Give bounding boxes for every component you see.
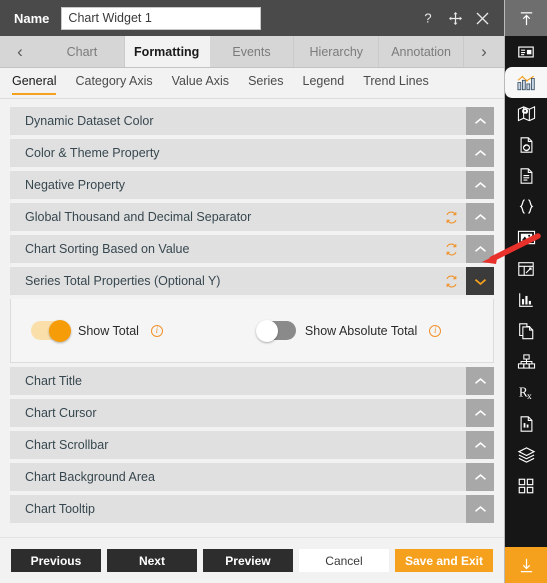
accordion-chevron-up-icon[interactable]: [466, 203, 494, 231]
right-toolbar: R x: [505, 0, 547, 583]
accordion-chevron-up-icon[interactable]: [466, 171, 494, 199]
accordion-row: Chart Background Area: [10, 463, 494, 491]
show-total-toggle[interactable]: [31, 319, 71, 342]
chart-icon[interactable]: [505, 67, 547, 98]
subtab-general[interactable]: General: [12, 71, 57, 95]
accordion-label-dynamic-dataset-color[interactable]: Dynamic Dataset Color: [10, 107, 466, 135]
accordion-chevron-up-icon[interactable]: [466, 139, 494, 167]
accordion-row: Chart Title: [10, 367, 494, 395]
accordion-chevron-up-icon[interactable]: [466, 495, 494, 523]
dialog-footer: Previous Next Preview Cancel Save and Ex…: [0, 537, 504, 583]
subtab-trend-lines[interactable]: Trend Lines: [363, 71, 429, 95]
tab-annotation[interactable]: Annotation: [379, 36, 464, 67]
accordion-label-negative-property[interactable]: Negative Property: [10, 171, 466, 199]
subtab-category-axis[interactable]: Category Axis: [75, 71, 152, 95]
chart-widget-dialog: Name ?: [0, 0, 505, 583]
tabs-scroll-right-icon[interactable]: ›: [464, 36, 504, 67]
reset-icon[interactable]: [436, 267, 466, 295]
accordion-chevron-up-icon[interactable]: [466, 107, 494, 135]
show-total-label: Show Total: [78, 323, 139, 338]
info-icon[interactable]: i: [150, 324, 163, 337]
accordion-chevron-down-icon[interactable]: [466, 267, 494, 295]
info-icon[interactable]: i: [429, 324, 442, 337]
bar-chart-icon[interactable]: [505, 284, 547, 315]
accordion-label-color-theme-property[interactable]: Color & Theme Property: [10, 139, 466, 167]
accordion-row: Chart Cursor: [10, 399, 494, 427]
reset-icon[interactable]: [436, 203, 466, 231]
copy-document-icon[interactable]: [505, 315, 547, 346]
accordion-label-chart-sorting-based-on-value[interactable]: Chart Sorting Based on Value: [10, 235, 436, 263]
form-widget-icon[interactable]: [505, 253, 547, 284]
preview-button[interactable]: Preview: [202, 549, 293, 572]
accordion-row: Chart Tooltip: [10, 495, 494, 523]
toggle-knob: [255, 319, 278, 342]
document-icon[interactable]: [505, 160, 547, 191]
accordion-label-chart-cursor[interactable]: Chart Cursor: [10, 399, 466, 427]
toggle-knob: [49, 319, 71, 342]
question-mark-icon[interactable]: ?: [420, 10, 436, 26]
show-total-group: Show Total i: [31, 319, 163, 342]
map-icon[interactable]: [505, 98, 547, 129]
svg-text:?: ?: [424, 11, 431, 25]
title-bar-actions: ?: [420, 10, 496, 26]
collapse-up-icon[interactable]: [505, 0, 547, 36]
accordion-row: Global Thousand and Decimal Separator: [10, 203, 494, 231]
move-icon[interactable]: [447, 10, 463, 26]
tabs-scroll-left-icon[interactable]: ‹: [0, 36, 40, 67]
subtab-series[interactable]: Series: [248, 71, 283, 95]
accordion-row: Series Total Properties (Optional Y): [10, 267, 494, 295]
accordion-label-chart-tooltip[interactable]: Chart Tooltip: [10, 495, 466, 523]
accordion-row: Negative Property: [10, 171, 494, 199]
show-absolute-total-group: Show Absolute Total i: [255, 319, 442, 342]
accordion-row: Chart Sorting Based on Value: [10, 235, 494, 263]
series-total-properties-panel: Show Total i Show Absolute Total i: [10, 299, 494, 363]
code-braces-icon[interactable]: [505, 191, 547, 222]
accordion-row: Chart Scrollbar: [10, 431, 494, 459]
next-button[interactable]: Next: [106, 549, 197, 572]
close-icon[interactable]: [474, 10, 490, 26]
general-settings-accordion: Dynamic Dataset Color Color & Theme Prop…: [0, 99, 504, 537]
tab-hierarchy[interactable]: Hierarchy: [294, 36, 380, 67]
grid-apps-icon[interactable]: [505, 470, 547, 501]
tab-chart[interactable]: Chart: [40, 36, 125, 67]
name-label: Name: [14, 10, 50, 26]
show-absolute-total-toggle[interactable]: [255, 319, 296, 342]
accordion-chevron-up-icon[interactable]: [466, 431, 494, 459]
save-and-exit-button[interactable]: Save and Exit: [394, 549, 494, 572]
accordion-chevron-up-icon[interactable]: [466, 399, 494, 427]
accordion-row: Color & Theme Property: [10, 139, 494, 167]
layout-panel-icon[interactable]: [505, 36, 547, 67]
report-document-icon[interactable]: [505, 408, 547, 439]
dialog-title-bar: Name ?: [0, 0, 504, 36]
download-icon[interactable]: [505, 547, 547, 583]
accordion-row: Dynamic Dataset Color: [10, 107, 494, 135]
accordion-label-chart-scrollbar[interactable]: Chart Scrollbar: [10, 431, 466, 459]
accordion-label-series-total-properties[interactable]: Series Total Properties (Optional Y): [10, 267, 436, 295]
accordion-label-global-thousand-and-decimal-separator[interactable]: Global Thousand and Decimal Separator: [10, 203, 436, 231]
primary-tabs: Chart Formatting Events Hierarchy Annota…: [40, 36, 464, 67]
svg-text:x: x: [526, 392, 531, 402]
subtab-value-axis[interactable]: Value Axis: [172, 71, 229, 95]
reset-icon[interactable]: [436, 235, 466, 263]
cancel-button[interactable]: Cancel: [298, 549, 389, 572]
tab-formatting[interactable]: Formatting: [124, 36, 210, 67]
document-refresh-icon[interactable]: [505, 129, 547, 160]
formatting-subtabs: General Category Axis Value Axis Series …: [0, 68, 504, 99]
accordion-chevron-up-icon[interactable]: [466, 367, 494, 395]
previous-button[interactable]: Previous: [10, 549, 101, 572]
widget-name-input[interactable]: [61, 6, 262, 30]
prescription-rx-icon[interactable]: R x: [505, 377, 547, 408]
accordion-chevron-up-icon[interactable]: [466, 235, 494, 263]
image-icon[interactable]: [505, 222, 547, 253]
layers-icon[interactable]: [505, 439, 547, 470]
hierarchy-icon[interactable]: [505, 346, 547, 377]
primary-tabstrip: ‹ Chart Formatting Events Hierarchy Anno…: [0, 36, 504, 68]
accordion-chevron-up-icon[interactable]: [466, 463, 494, 491]
tab-events[interactable]: Events: [209, 36, 295, 67]
subtab-legend[interactable]: Legend: [303, 71, 345, 95]
show-absolute-total-label: Show Absolute Total: [304, 323, 418, 338]
accordion-label-chart-background-area[interactable]: Chart Background Area: [10, 463, 466, 491]
widget-configuration-screen: Name ?: [0, 0, 547, 583]
accordion-label-chart-title[interactable]: Chart Title: [10, 367, 466, 395]
